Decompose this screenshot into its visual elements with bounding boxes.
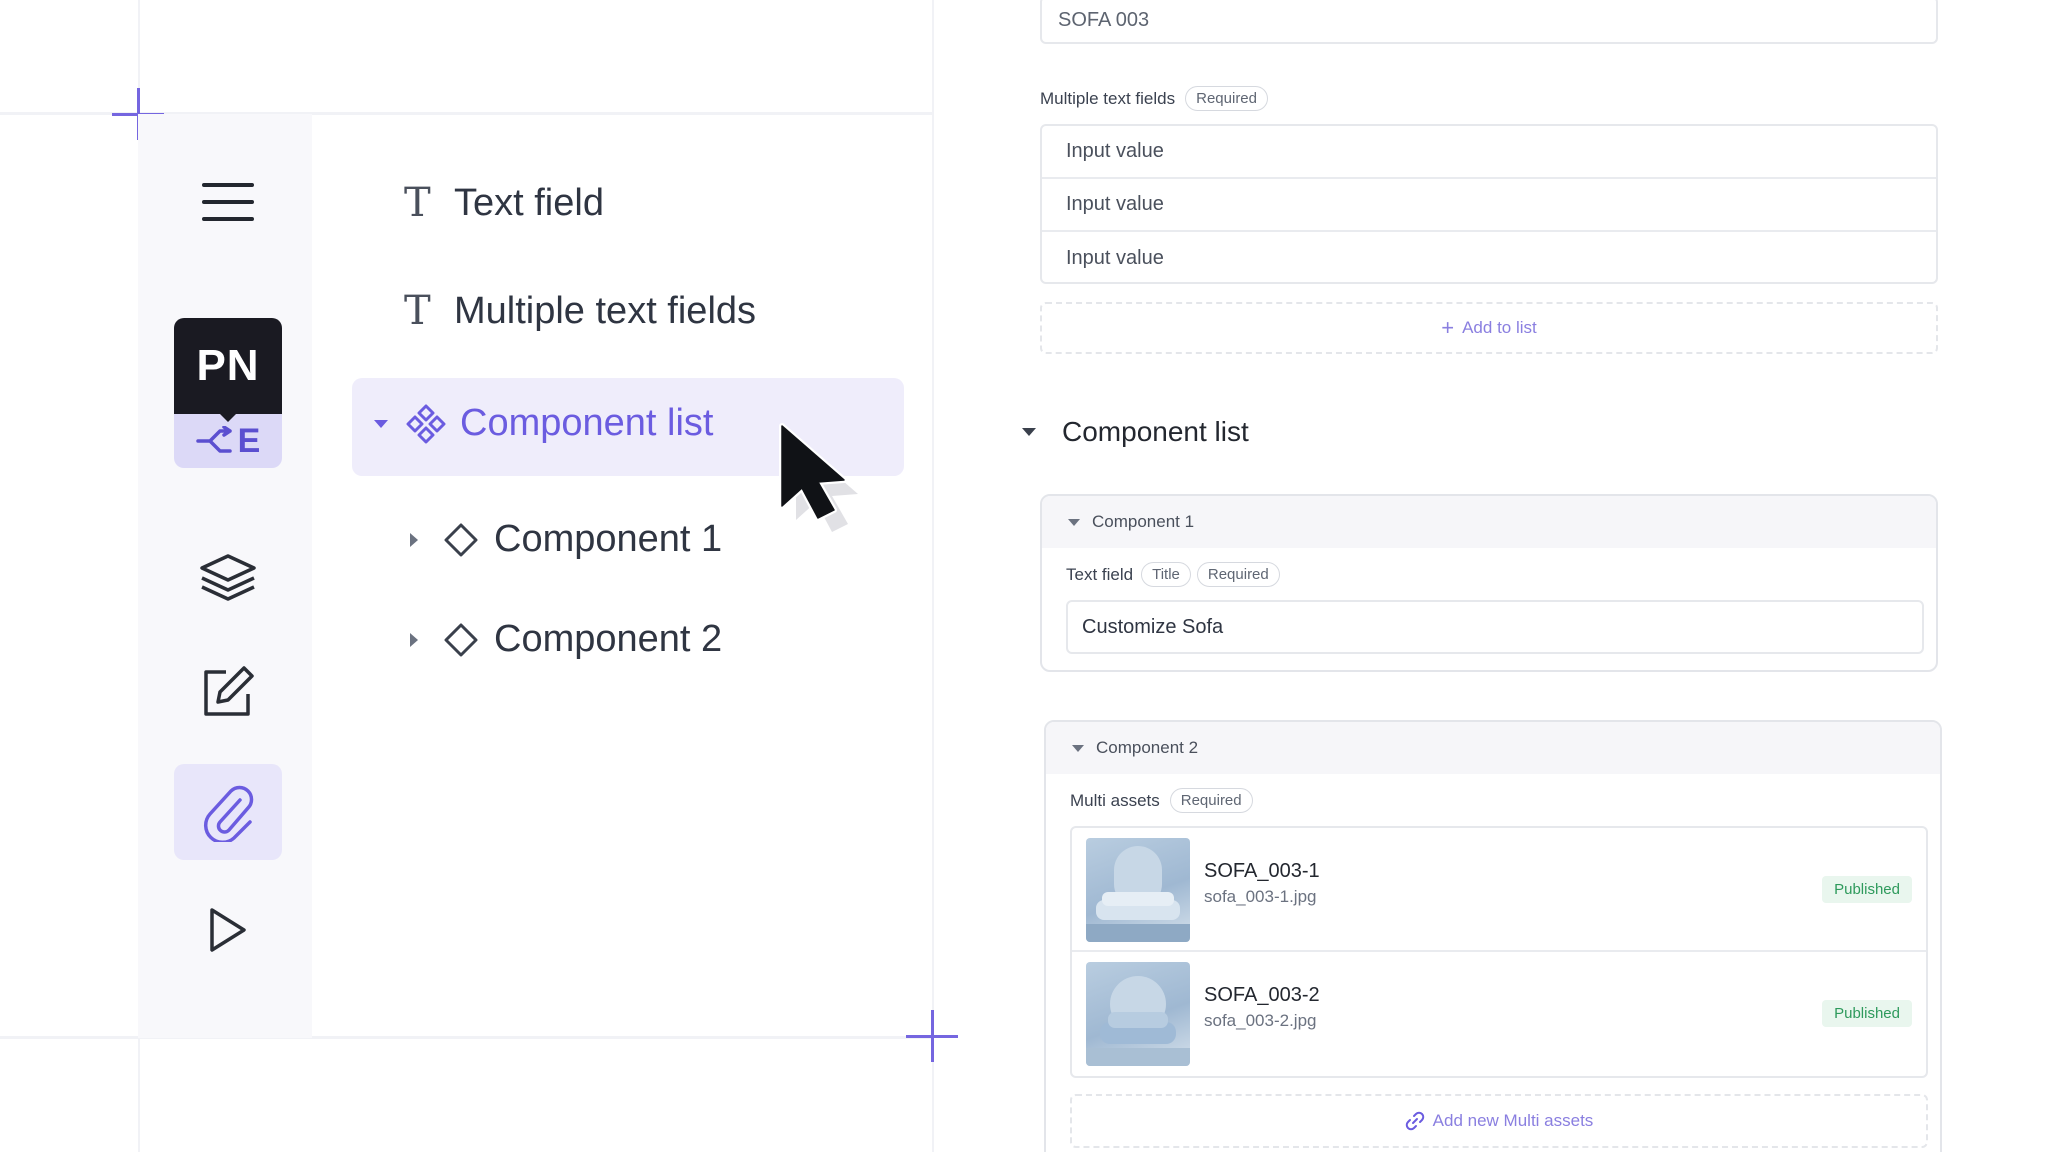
title-input[interactable]: SOFA 003 xyxy=(1040,0,1938,44)
component-icon xyxy=(406,404,446,443)
branch-icon xyxy=(195,426,232,453)
input-value: Input value xyxy=(1066,247,1164,269)
title-input-value: SOFA 003 xyxy=(1058,8,1150,31)
diamond-icon xyxy=(444,523,478,556)
asset-name: SOFA_003-1 xyxy=(1204,860,1320,882)
crosshair-marker xyxy=(906,1010,958,1062)
logo-text: PN xyxy=(174,318,282,422)
chevron-down-icon[interactable] xyxy=(1022,428,1036,436)
chevron-down-icon[interactable] xyxy=(374,419,388,428)
tree-item-component-1[interactable]: Component 1 xyxy=(410,518,722,561)
edit-icon xyxy=(204,666,254,716)
chevron-down-icon[interactable] xyxy=(1068,518,1080,526)
multiple-text-fields-list: Input value Input value Input value xyxy=(1040,124,1938,284)
tree-item-label: Text field xyxy=(454,181,604,224)
left-rail: PN E xyxy=(138,114,312,1038)
edit-button[interactable] xyxy=(174,644,282,740)
asset-row[interactable]: SOFA_003-2 sofa_003-2.jpg Published xyxy=(1072,952,1926,1076)
text-input-row[interactable]: Input value xyxy=(1042,126,1936,179)
preview-button[interactable] xyxy=(174,882,282,978)
guide-line-vertical xyxy=(932,0,934,1152)
tree-item-text-field[interactable]: T Text field xyxy=(404,180,604,226)
text-input-value: Customize Sofa xyxy=(1082,615,1224,638)
asset-filename: sofa_003-2.jpg xyxy=(1204,1011,1317,1030)
tree-item-label: Component 1 xyxy=(494,518,723,560)
component-2-title: Component 2 xyxy=(1096,738,1199,757)
text-type-icon: T xyxy=(404,180,431,226)
menu-button[interactable] xyxy=(174,154,282,250)
component-1-title: Component 1 xyxy=(1092,512,1195,531)
logo-suffix: E xyxy=(237,421,261,460)
asset-row[interactable]: SOFA_003-1 sofa_003-1.jpg Published xyxy=(1072,828,1926,952)
tree-item-label: Component list xyxy=(460,402,714,444)
required-tag: Required xyxy=(1169,788,1253,813)
published-badge: Published xyxy=(1822,1000,1912,1027)
field-label-text: Text field xyxy=(1066,564,1134,584)
tree-item-multiple-text-fields[interactable]: T Multiple text fields xyxy=(404,288,756,334)
multiple-text-fields-label: Multiple text fields Required xyxy=(1040,86,1268,111)
link-icon xyxy=(1405,1111,1424,1131)
plus-icon: + xyxy=(1441,315,1455,340)
play-icon xyxy=(210,908,246,952)
component-list-header[interactable]: Component list xyxy=(1022,416,1249,448)
layers-icon xyxy=(200,554,256,601)
field-label-text: Multiple text fields xyxy=(1040,88,1176,108)
mouse-cursor-icon xyxy=(779,423,858,532)
published-badge: Published xyxy=(1822,876,1912,903)
chevron-down-icon[interactable] xyxy=(1072,744,1084,752)
component-2-card: Component 2 Multi assets Required SOFA_0… xyxy=(1044,720,1942,1152)
add-multi-assets-button[interactable]: Add new Multi assets xyxy=(1070,1094,1928,1148)
component-1-text-input[interactable]: Customize Sofa xyxy=(1066,600,1924,654)
app-logo[interactable]: PN E xyxy=(174,318,282,468)
required-tag: Required xyxy=(1185,86,1268,111)
component-1-header[interactable]: Component 1 xyxy=(1042,496,1936,548)
tree-item-label: Multiple text fields xyxy=(454,289,757,332)
input-value: Input value xyxy=(1066,193,1164,215)
component-list-title: Component list xyxy=(1062,416,1249,447)
tree-item-label: Component 2 xyxy=(494,618,723,660)
paperclip-icon xyxy=(204,785,254,842)
asset-filename: sofa_003-1.jpg xyxy=(1204,887,1317,906)
layers-button[interactable] xyxy=(174,530,282,626)
tree-item-component-list[interactable]: Component list xyxy=(374,402,713,445)
hamburger-icon xyxy=(202,183,254,221)
diamond-icon xyxy=(444,623,478,656)
chevron-right-icon[interactable] xyxy=(410,632,418,647)
required-tag: Required xyxy=(1196,562,1280,587)
attachments-button[interactable] xyxy=(174,764,282,860)
multi-assets-label: Multi assets Required xyxy=(1070,788,1253,813)
text-input-row[interactable]: Input value xyxy=(1042,232,1936,282)
add-multi-assets-label: Add new Multi assets xyxy=(1432,1111,1594,1130)
component-2-header[interactable]: Component 2 xyxy=(1046,722,1940,774)
input-value: Input value xyxy=(1066,140,1164,162)
asset-thumbnail xyxy=(1086,962,1190,1066)
title-tag: Title xyxy=(1141,562,1191,587)
add-to-list-label: Add to list xyxy=(1462,318,1537,337)
asset-list: SOFA_003-1 sofa_003-1.jpg Published SOFA… xyxy=(1070,826,1928,1078)
field-label-text: Multi assets xyxy=(1070,790,1160,810)
text-field-label: Text field Title Required xyxy=(1066,562,1280,587)
sofa-image-icon xyxy=(1086,846,1190,942)
add-to-list-button[interactable]: + Add to list xyxy=(1040,302,1938,354)
sofa-image-icon xyxy=(1086,976,1190,1066)
chevron-right-icon[interactable] xyxy=(410,532,418,547)
tree-item-component-2[interactable]: Component 2 xyxy=(410,618,722,661)
asset-name: SOFA_003-2 xyxy=(1204,984,1320,1006)
text-input-row[interactable]: Input value xyxy=(1042,179,1936,232)
component-1-card: Component 1 Text field Title Required Cu… xyxy=(1040,494,1938,672)
asset-thumbnail xyxy=(1086,838,1190,942)
text-type-icon: T xyxy=(404,288,431,334)
